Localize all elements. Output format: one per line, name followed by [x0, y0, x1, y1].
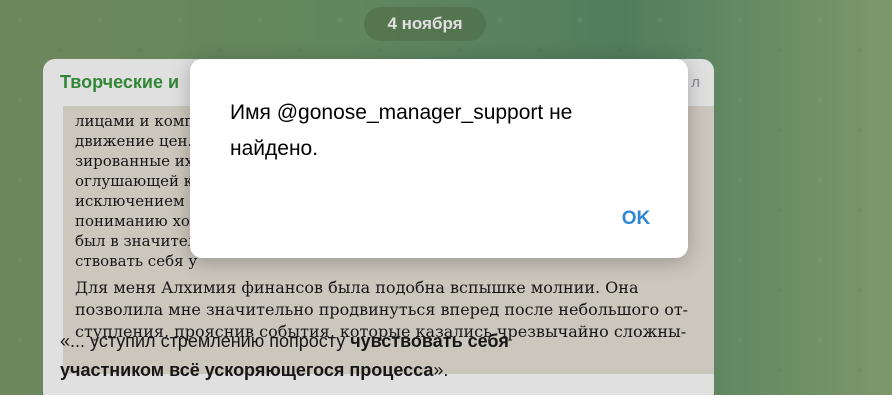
ok-button[interactable]: OK — [608, 201, 664, 237]
dialog-message: Имя @gonose_manager_support не найдено. — [230, 101, 573, 160]
alert-dialog: Имя @gonose_manager_support не найдено. … — [190, 59, 688, 258]
